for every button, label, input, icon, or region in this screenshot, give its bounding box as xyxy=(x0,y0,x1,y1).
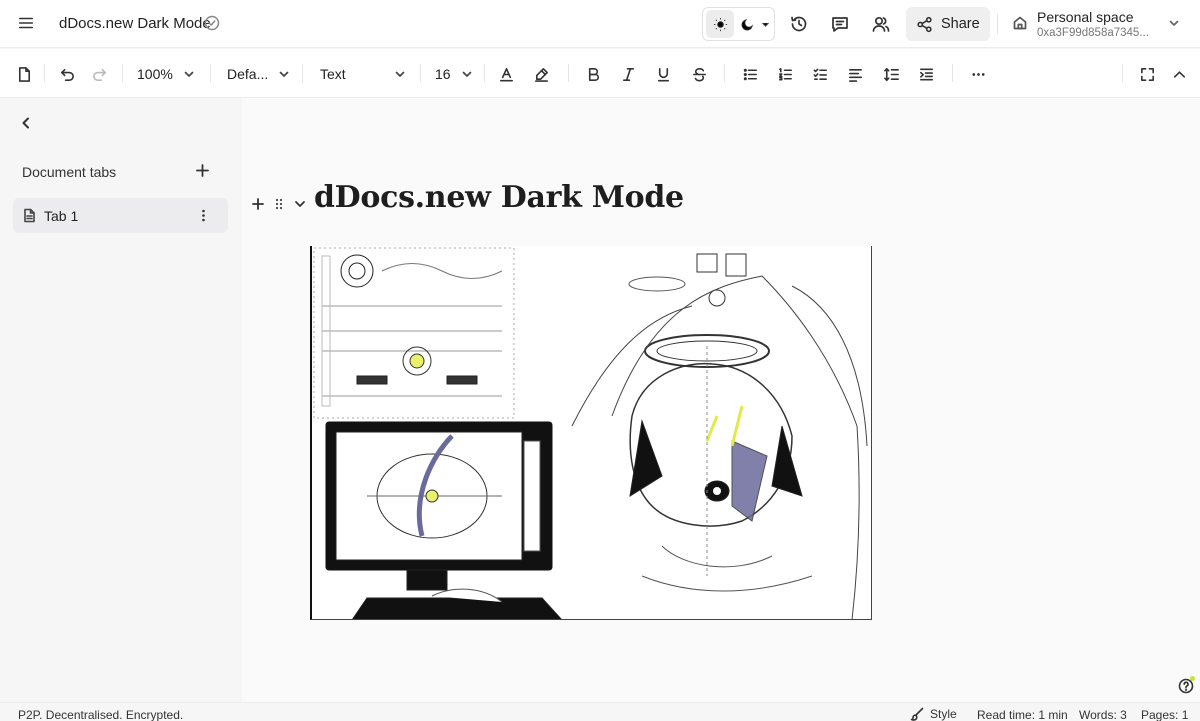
toolbar-divider xyxy=(302,64,303,82)
schematic-panel xyxy=(313,247,515,419)
redo-icon[interactable] xyxy=(91,64,108,84)
moon-icon[interactable] xyxy=(736,10,758,38)
chevron-down-icon[interactable] xyxy=(293,197,307,211)
strikethrough-icon[interactable] xyxy=(691,64,708,84)
undo-icon[interactable] xyxy=(59,64,76,84)
block-type-value: Text xyxy=(320,66,346,82)
read-time: Read time: 1 min xyxy=(977,708,1068,721)
zoom-value: 100% xyxy=(137,66,173,82)
status-tagline: P2P. Decentralised. Encrypted. xyxy=(18,708,184,721)
font-size-value: 16 xyxy=(435,66,451,82)
theme-toggle[interactable] xyxy=(702,7,775,41)
sun-icon[interactable] xyxy=(706,10,734,38)
indent-icon[interactable] xyxy=(918,64,935,84)
chevron-down-icon xyxy=(183,68,195,80)
home-icon xyxy=(1012,15,1028,31)
font-family-value: Defa... xyxy=(227,66,269,82)
share-icon xyxy=(916,16,933,33)
brush-icon xyxy=(910,707,924,721)
sidebar-item-tab-1[interactable]: Tab 1 xyxy=(13,198,228,233)
highlight-icon[interactable] xyxy=(533,64,550,84)
menu-icon[interactable] xyxy=(17,14,37,34)
toolbar-divider xyxy=(210,64,211,82)
style-label: Style xyxy=(930,707,957,721)
font-size-select[interactable]: 16 xyxy=(435,64,473,84)
bullet-list-icon[interactable] xyxy=(742,64,759,84)
more-icon[interactable] xyxy=(970,64,987,84)
chevron-left-icon[interactable] xyxy=(19,116,33,130)
formatting-toolbar: 100% Defa... Text 16 xyxy=(0,49,1200,98)
share-label: Share xyxy=(941,16,980,32)
line-height-icon[interactable] xyxy=(883,64,900,84)
block-type-select[interactable]: Text xyxy=(320,64,406,84)
chevron-down-icon xyxy=(461,68,473,80)
notification-dot xyxy=(1190,676,1195,681)
align-icon[interactable] xyxy=(847,64,864,84)
add-block-icon[interactable] xyxy=(251,197,265,211)
add-tab-icon[interactable] xyxy=(195,163,210,178)
toolbar-divider xyxy=(122,64,123,82)
chevron-down-icon[interactable] xyxy=(1168,17,1180,29)
status-bar: P2P. Decentralised. Encrypted. Style Rea… xyxy=(0,702,1200,721)
chevron-down-icon[interactable] xyxy=(760,19,771,30)
divider xyxy=(997,14,998,34)
chevron-down-icon xyxy=(394,68,406,80)
verified-icon xyxy=(204,15,220,31)
toolbar-divider xyxy=(420,64,421,82)
share-button[interactable]: Share xyxy=(906,7,990,41)
underline-icon[interactable] xyxy=(655,64,672,84)
word-count: Words: 3 xyxy=(1079,708,1127,721)
toolbar-divider xyxy=(44,64,45,82)
more-vertical-icon[interactable] xyxy=(196,208,211,223)
toolbar-divider xyxy=(724,64,725,82)
top-bar: dDocs.new Dark Mode Share Personal space… xyxy=(0,0,1200,48)
font-family-select[interactable]: Defa... xyxy=(227,64,290,84)
checklist-icon[interactable] xyxy=(812,64,829,84)
comment-icon[interactable] xyxy=(830,14,850,34)
block-controls xyxy=(251,197,307,211)
page-count: Pages: 1 xyxy=(1141,708,1189,721)
toolbar-divider xyxy=(1122,64,1123,82)
style-button[interactable]: Style xyxy=(910,707,957,721)
sidebar: Document tabs Tab 1 xyxy=(0,98,242,702)
italic-icon[interactable] xyxy=(620,64,637,84)
fullscreen-icon[interactable] xyxy=(1139,64,1156,84)
toolbar-divider xyxy=(484,64,485,82)
numbered-list-icon[interactable] xyxy=(777,64,794,84)
tab-label: Tab 1 xyxy=(44,208,79,224)
editor-canvas[interactable]: dDocs.new Dark Mode xyxy=(242,98,1200,702)
space-name[interactable]: Personal space xyxy=(1037,9,1134,25)
bold-icon[interactable] xyxy=(585,64,602,84)
document-title[interactable]: dDocs.new Dark Mode xyxy=(59,15,211,32)
toolbar-divider xyxy=(568,64,569,82)
document-icon xyxy=(22,208,37,223)
document-tabs-heading: Document tabs xyxy=(22,164,117,180)
collapse-icon[interactable] xyxy=(1171,64,1188,84)
history-icon[interactable] xyxy=(789,14,809,34)
space-address: 0xa3F99d858a7345... xyxy=(1037,27,1149,39)
toolbar-divider xyxy=(952,64,953,82)
text-color-icon[interactable] xyxy=(498,64,515,84)
document-icon[interactable] xyxy=(16,64,33,84)
chevron-down-icon xyxy=(278,68,290,80)
document-heading[interactable]: dDocs.new Dark Mode xyxy=(314,180,684,215)
drag-handle-icon[interactable] xyxy=(272,197,286,211)
document-illustration[interactable] xyxy=(310,246,872,620)
zoom-select[interactable]: 100% xyxy=(137,64,195,84)
collaborators-icon[interactable] xyxy=(871,14,891,34)
